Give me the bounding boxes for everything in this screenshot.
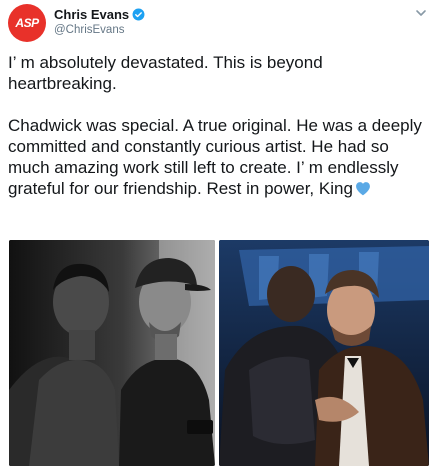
- user-handle[interactable]: @ChrisEvans: [54, 24, 124, 36]
- chevron-down-icon[interactable]: [414, 6, 428, 20]
- tweet-media: [9, 240, 429, 466]
- tweet-paragraph-2: Chadwick was special. A true original. H…: [8, 115, 428, 199]
- photo-right[interactable]: [219, 240, 429, 466]
- display-name[interactable]: Chris Evans: [54, 7, 129, 22]
- tweet-body: I’ m absolutely devastated. This is beyo…: [8, 52, 428, 199]
- photo-left[interactable]: [9, 240, 215, 466]
- name-row: Chris Evans: [54, 7, 145, 22]
- tweet-header: ASP Chris Evans @ChrisEvans: [8, 4, 430, 42]
- verified-badge-icon: [132, 8, 145, 21]
- avatar[interactable]: ASP: [8, 4, 46, 42]
- bw-photo-two-men: [9, 240, 215, 466]
- blue-heart-icon: [355, 182, 370, 196]
- color-photo-two-men-embracing: [219, 240, 429, 466]
- tweet-paragraph-1: I’ m absolutely devastated. This is beyo…: [8, 53, 323, 93]
- avatar-logo-text: ASP: [15, 16, 39, 30]
